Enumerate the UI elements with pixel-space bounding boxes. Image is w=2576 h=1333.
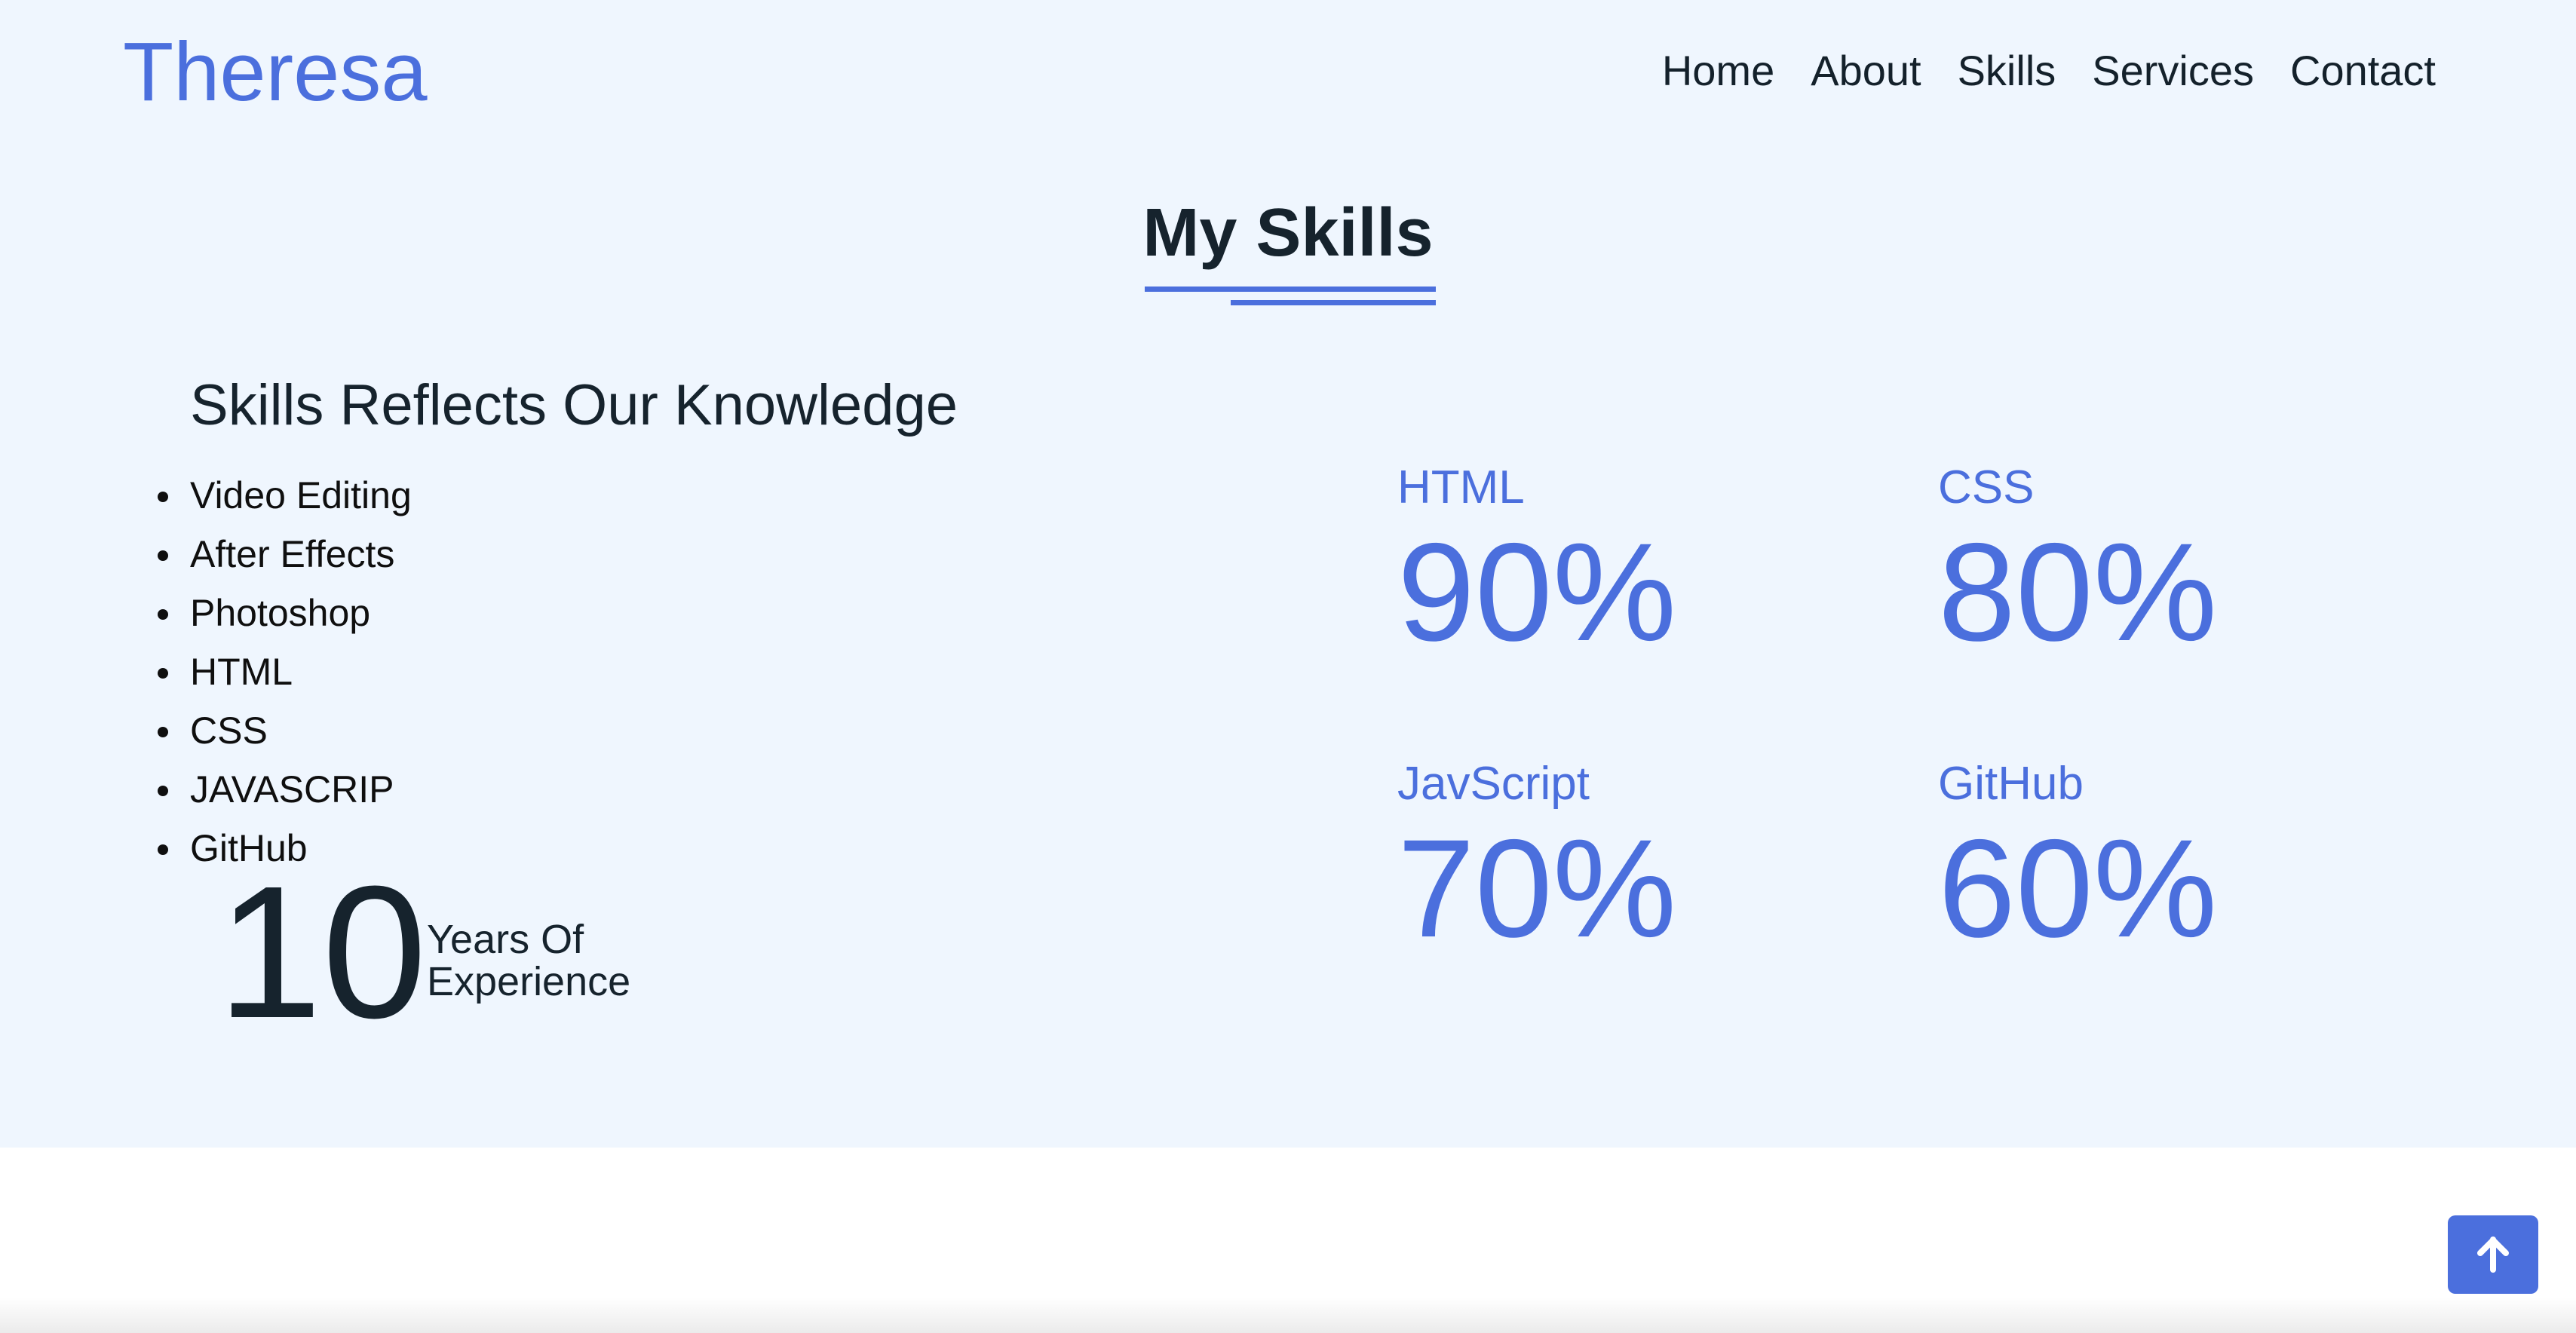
stat-value: 60% xyxy=(1938,811,2218,967)
skills-subheading: Skills Reflects Our Knowledge xyxy=(190,373,958,437)
main-nav: Home About Skills Services Contact xyxy=(1662,45,2436,96)
skill-list-item: CSS xyxy=(158,701,412,760)
stat-value: 70% xyxy=(1397,811,1677,967)
stat-github: GitHub 60% xyxy=(1938,756,2217,959)
stat-label: GitHub xyxy=(1938,758,2084,810)
title-underline-short xyxy=(1231,300,1436,305)
skill-list-item: Video Editing xyxy=(158,466,412,525)
nav-contact-link[interactable]: Contact xyxy=(2290,45,2436,96)
experience-label: Years Of Experience xyxy=(427,918,630,1003)
skills-hero-section: Theresa Home About Skills Services Conta… xyxy=(0,0,2576,1148)
skill-list: Video Editing After Effects Photoshop HT… xyxy=(158,466,412,878)
logo-link[interactable]: Theresa xyxy=(123,23,428,122)
skill-list-item: Photoshop xyxy=(158,584,412,642)
section-title: My Skills xyxy=(1142,195,1434,271)
stat-label: CSS xyxy=(1938,461,2035,513)
stat-label: JavScript xyxy=(1397,758,1590,810)
title-underline-long xyxy=(1145,287,1436,292)
stat-javascript: JavScript 70% xyxy=(1397,756,1676,959)
skill-list-item: After Effects xyxy=(158,525,412,584)
experience-years-number: 10 xyxy=(217,847,428,1057)
nav-services-link[interactable]: Services xyxy=(2092,45,2254,96)
arrow-up-icon xyxy=(2477,1236,2509,1273)
skill-list-item: HTML xyxy=(158,642,412,701)
experience-label-line1: Years Of xyxy=(427,917,584,962)
stat-value: 90% xyxy=(1397,515,1677,671)
skill-list-item: JAVASCRIP xyxy=(158,760,412,819)
page: Theresa Home About Skills Services Conta… xyxy=(0,0,2576,1333)
stat-value: 80% xyxy=(1938,515,2218,671)
stat-css: CSS 80% xyxy=(1938,460,2217,663)
stat-html: HTML 90% xyxy=(1397,460,1676,663)
experience-label-line2: Experience xyxy=(427,959,631,1004)
stat-label: HTML xyxy=(1397,461,1525,513)
bottom-shadow xyxy=(0,1297,2576,1333)
nav-home-link[interactable]: Home xyxy=(1662,45,1774,96)
scroll-to-top-button[interactable] xyxy=(2448,1215,2538,1294)
nav-skills-link[interactable]: Skills xyxy=(1958,45,2056,96)
nav-about-link[interactable]: About xyxy=(1811,45,1921,96)
